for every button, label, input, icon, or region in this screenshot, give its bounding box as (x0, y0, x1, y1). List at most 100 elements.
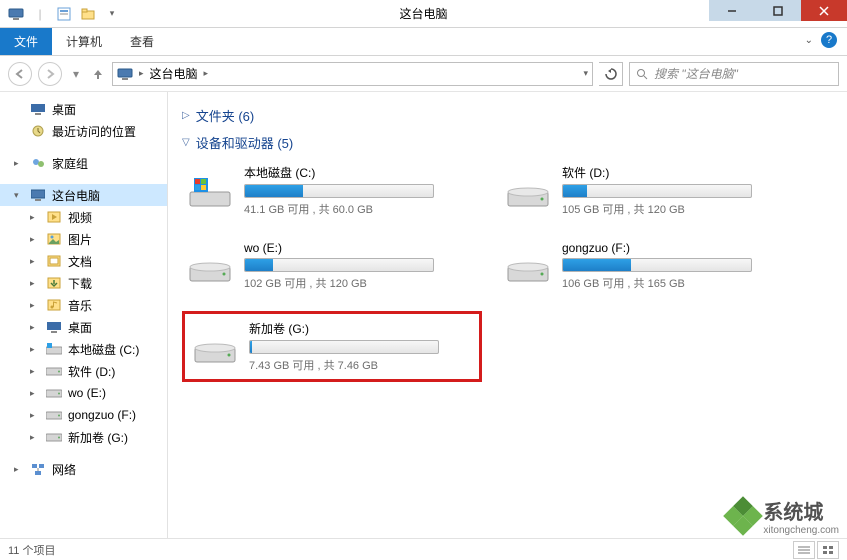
chevron-down-icon[interactable]: ▾ (583, 68, 588, 79)
downloads-icon (46, 275, 62, 291)
content-pane: ▷ 文件夹 (6) ▽ 设备和驱动器 (5) 本地磁盘 (C:) 41.1 GB … (168, 92, 847, 538)
sidebar-item-downloads-3[interactable]: ▸下载 (0, 272, 167, 294)
sidebar-item-drive-10[interactable]: ▸新加卷 (G:) (0, 426, 167, 448)
drive-icon (186, 247, 234, 285)
drive-usage-bar (562, 184, 752, 198)
drive-meta: 7.43 GB 可用 , 共 7.46 GB (249, 357, 473, 373)
computer-icon (30, 187, 46, 203)
chevron-down-icon: ▽ (182, 137, 190, 148)
view-toggles (793, 541, 839, 559)
minimize-button[interactable] (709, 0, 755, 21)
close-button[interactable] (801, 0, 847, 21)
section-label: 设备和驱动器 (5) (196, 133, 294, 152)
watermark-subtext: xitongcheng.com (763, 525, 839, 536)
desktop-icon (46, 319, 62, 335)
homegroup-icon (30, 155, 46, 171)
sidebar-item-network[interactable]: ▸ 网络 (0, 458, 167, 480)
section-folders[interactable]: ▷ 文件夹 (6) (182, 106, 833, 125)
network-icon (30, 461, 46, 477)
chevron-right-icon[interactable]: ▸ (14, 158, 24, 169)
sidebar-item-video-0[interactable]: ▸视频 (0, 206, 167, 228)
sidebar-item-label: 这台电脑 (52, 187, 100, 204)
tree-group-this-pc: ▾ 这台电脑 ▸视频▸图片▸文档▸下载▸音乐▸桌面▸本地磁盘 (C:)▸软件 (… (0, 184, 167, 448)
sidebar-item-desktop[interactable]: 桌面 (0, 98, 167, 120)
help-icon[interactable]: ? (821, 32, 837, 48)
icons-view-button[interactable] (817, 541, 839, 559)
sidebar-item-label: 桌面 (68, 319, 92, 336)
sidebar-item-homegroup[interactable]: ▸ 家庭组 (0, 152, 167, 174)
drive-meta: 102 GB 可用 , 共 120 GB (244, 275, 478, 291)
breadcrumb-segment[interactable]: 这台电脑 (150, 65, 198, 82)
drive-item[interactable]: 本地磁盘 (C:) 41.1 GB 可用 , 共 60.0 GB (182, 160, 482, 221)
ribbon-right: ⌄ ? (805, 32, 837, 48)
details-view-button[interactable] (793, 541, 815, 559)
drive-meta: 105 GB 可用 , 共 120 GB (562, 201, 796, 217)
sidebar-item-drive-7[interactable]: ▸软件 (D:) (0, 360, 167, 382)
tab-file[interactable]: 文件 (0, 28, 52, 55)
tab-view[interactable]: 查看 (116, 28, 168, 55)
status-bar: 11 个项目 (0, 538, 847, 560)
sidebar-item-music-4[interactable]: ▸音乐 (0, 294, 167, 316)
drive-icon (46, 363, 62, 379)
navigation-row: ▾ ▸ 这台电脑 ▸ ▾ 搜索 "这台电脑" (0, 56, 847, 92)
tree-group-homegroup: ▸ 家庭组 (0, 152, 167, 174)
sidebar-item-label: 文档 (68, 253, 92, 270)
forward-button[interactable] (38, 62, 62, 86)
up-button[interactable] (90, 66, 106, 82)
sidebar-item-desktop-5[interactable]: ▸桌面 (0, 316, 167, 338)
drive-item[interactable]: gongzuo (F:) 106 GB 可用 , 共 165 GB (500, 237, 800, 295)
sidebar-item-documents-2[interactable]: ▸文档 (0, 250, 167, 272)
expand-ribbon-icon[interactable]: ⌄ (805, 35, 813, 46)
drive-icon (191, 328, 239, 366)
search-icon (636, 68, 648, 80)
drive-meta: 106 GB 可用 , 共 165 GB (562, 275, 796, 291)
sidebar-item-drive-8[interactable]: ▸wo (E:) (0, 382, 167, 404)
properties-icon[interactable] (54, 4, 74, 24)
sidebar-item-recent[interactable]: 最近访问的位置 (0, 120, 167, 142)
tree-group-favorites: 桌面 最近访问的位置 (0, 98, 167, 142)
sidebar-item-pictures-1[interactable]: ▸图片 (0, 228, 167, 250)
drive-name: 新加卷 (G:) (249, 320, 473, 337)
drive-usage-bar (562, 258, 752, 272)
drive-name: gongzuo (F:) (562, 241, 796, 255)
back-button[interactable] (8, 62, 32, 86)
recent-locations-icon[interactable]: ▾ (68, 66, 84, 82)
chevron-down-icon[interactable]: ▾ (14, 190, 24, 201)
chevron-down-icon[interactable]: ▾ (102, 4, 122, 24)
ribbon: 文件 计算机 查看 ⌄ ? (0, 28, 847, 56)
sidebar-item-drive-os-6[interactable]: ▸本地磁盘 (C:) (0, 338, 167, 360)
new-folder-icon[interactable] (78, 4, 98, 24)
drive-name: 本地磁盘 (C:) (244, 164, 478, 181)
drive-icon (46, 407, 62, 423)
status-item-count: 11 个项目 (8, 542, 55, 558)
drive-meta: 41.1 GB 可用 , 共 60.0 GB (244, 201, 478, 217)
title-bar: | ▾ 这台电脑 (0, 0, 847, 28)
documents-icon (46, 253, 62, 269)
drive-icon (186, 172, 234, 210)
sidebar-item-drive-9[interactable]: ▸gongzuo (F:) (0, 404, 167, 426)
chevron-right-icon[interactable]: ▸ (14, 464, 24, 475)
chevron-right-icon: ▷ (182, 110, 190, 121)
sidebar-item-label: 本地磁盘 (C:) (68, 341, 139, 358)
maximize-button[interactable] (755, 0, 801, 21)
drive-item[interactable]: 软件 (D:)105 GB 可用 , 共 120 GB (500, 160, 800, 221)
search-input[interactable]: 搜索 "这台电脑" (629, 62, 839, 86)
sidebar-item-label: wo (E:) (68, 386, 106, 400)
search-placeholder: 搜索 "这台电脑" (654, 65, 738, 82)
sidebar-item-this-pc[interactable]: ▾ 这台电脑 (0, 184, 167, 206)
tab-computer[interactable]: 计算机 (52, 28, 116, 55)
drive-usage-bar (244, 258, 434, 272)
drive-item[interactable]: wo (E:)102 GB 可用 , 共 120 GB (182, 237, 482, 295)
chevron-right-icon[interactable]: ▸ (204, 68, 209, 79)
address-bar[interactable]: ▸ 这台电脑 ▸ ▾ (112, 62, 593, 86)
refresh-button[interactable] (599, 62, 623, 86)
section-devices[interactable]: ▽ 设备和驱动器 (5) (182, 133, 833, 152)
drive-icon (504, 172, 552, 210)
drive-item[interactable]: 新加卷 (G:) 7.43 GB 可用 , 共 7.46 GB (182, 311, 482, 382)
drive-usage-bar (244, 184, 434, 198)
chevron-right-icon[interactable]: ▸ (139, 68, 144, 79)
sidebar-item-label: 最近访问的位置 (52, 123, 136, 140)
drive-usage-bar (249, 340, 439, 354)
sidebar-item-label: 新加卷 (G:) (68, 429, 128, 446)
watermark-text: 系统城 (763, 502, 823, 524)
